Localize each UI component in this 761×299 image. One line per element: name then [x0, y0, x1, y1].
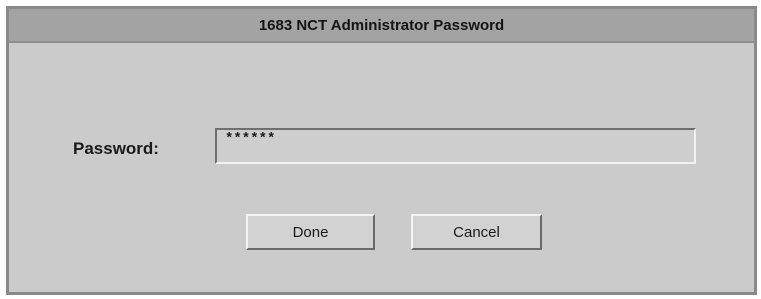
password-dialog: 1683 NCT Administrator Password Password…: [6, 6, 757, 295]
done-button[interactable]: Done: [246, 214, 375, 250]
done-button-label: Done: [292, 223, 329, 241]
password-field[interactable]: ******: [215, 128, 696, 164]
dialog-titlebar[interactable]: 1683 NCT Administrator Password: [9, 9, 754, 43]
cancel-button-label: Cancel: [453, 223, 500, 241]
dialog-title: 1683 NCT Administrator Password: [258, 16, 505, 34]
password-label: Password:: [73, 139, 159, 158]
cancel-button[interactable]: Cancel: [411, 214, 542, 250]
password-field-value: ******: [225, 131, 276, 147]
